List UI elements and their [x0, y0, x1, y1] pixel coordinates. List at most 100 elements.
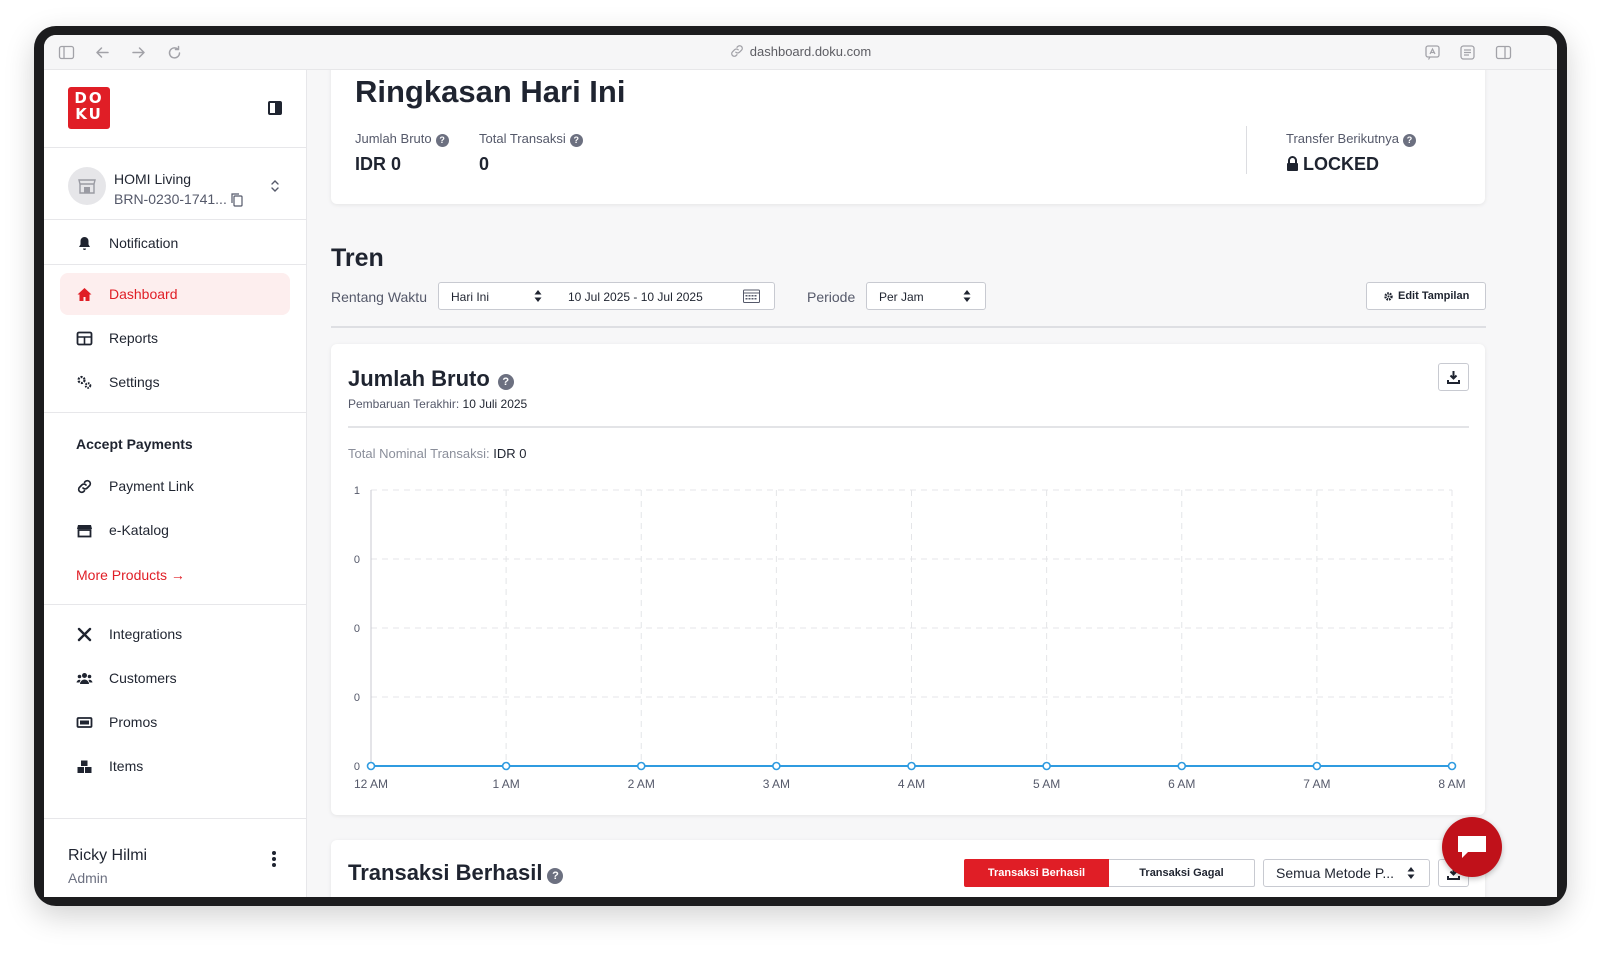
link-icon: [76, 478, 93, 495]
summary-card: Ringkasan Hari Ini Jumlah Bruto? IDR 0 T…: [331, 70, 1485, 204]
transactions-card: Transaksi Berhasil? Transaksi Berhasil T…: [331, 840, 1485, 897]
sort-arrows-icon: [534, 290, 542, 302]
page-title: Ringkasan Hari Ini: [355, 74, 626, 109]
sidebar-item-reports[interactable]: Reports: [60, 317, 290, 359]
sidebar-item-e-katalog[interactable]: e-Katalog: [60, 509, 290, 551]
data-point: [1312, 761, 1322, 771]
tab-successful-transactions[interactable]: Transaksi Berhasil: [964, 859, 1109, 887]
split-view-icon[interactable]: [1495, 44, 1512, 61]
help-icon[interactable]: ?: [1402, 134, 1416, 147]
sidebar-item-label: e-Katalog: [109, 522, 169, 538]
edit-view-button[interactable]: Edit Tampilan: [1366, 282, 1486, 310]
y-tick-label: 1: [354, 485, 360, 497]
lock-icon: [1287, 156, 1298, 171]
help-icon[interactable]: ?: [497, 374, 514, 390]
gross-chart-title: Jumlah Bruto?: [348, 366, 514, 392]
user-role: Admin: [68, 870, 108, 886]
sidebar-item-promos[interactable]: Promos: [60, 701, 290, 743]
sidebar-item-label: Promos: [109, 714, 158, 730]
sidebar-item-settings[interactable]: Settings: [60, 361, 290, 403]
section-title-accept-payments: Accept Payments: [76, 436, 193, 452]
x-tick-label: 4 AM: [898, 777, 925, 791]
help-icon[interactable]: ?: [547, 868, 564, 884]
sidebar-item-label: Reports: [109, 330, 159, 346]
browser-window: dashboard.doku.com DO KU HOMI Living BRN…: [34, 26, 1567, 906]
sidebar-item-label: Customers: [109, 670, 177, 686]
divider: [44, 604, 307, 605]
range-select[interactable]: Hari Ini: [438, 282, 557, 310]
data-point: [772, 761, 781, 771]
chevron-up-down-icon[interactable]: [269, 177, 281, 195]
sidebar-item-label: Payment Link: [109, 478, 194, 494]
url-text: dashboard.doku.com: [749, 44, 872, 59]
boxes-icon: [76, 758, 93, 775]
x-tick-label: 2 AM: [628, 777, 655, 791]
date-range-value: 10 Jul 2025 - 10 Jul 2025: [568, 290, 703, 304]
divider: [44, 264, 307, 265]
ticket-icon: [76, 714, 93, 731]
x-tick-label: 7 AM: [1303, 777, 1330, 791]
period-select-value: Per Jam: [879, 290, 924, 304]
transactions-title: Transaksi Berhasil?: [348, 860, 564, 886]
store-icon: [76, 522, 93, 539]
section-title-trend: Tren: [331, 244, 384, 272]
translate-icon[interactable]: [1424, 44, 1441, 61]
sidebar-item-customers[interactable]: Customers: [60, 657, 290, 699]
range-label: Rentang Waktu: [331, 289, 427, 305]
screen: dashboard.doku.com DO KU HOMI Living BRN…: [44, 35, 1557, 897]
gear-icon: [1384, 292, 1393, 301]
date-range-input[interactable]: 10 Jul 2025 - 10 Jul 2025: [556, 282, 775, 310]
data-point: [636, 761, 646, 771]
chat-button[interactable]: [1442, 817, 1502, 877]
y-tick-label: 0: [354, 554, 360, 566]
more-products-link[interactable]: More Products →: [76, 567, 185, 583]
table-icon: [76, 330, 93, 347]
tab-failed-transactions[interactable]: Transaksi Gagal: [1109, 859, 1255, 887]
help-icon[interactable]: ?: [435, 134, 449, 147]
download-icon: [1447, 371, 1460, 384]
divider: [1246, 126, 1247, 174]
gross-chart-card: Jumlah Bruto? Pembaruan Terakhir: 10 Jul…: [331, 344, 1485, 815]
gross-line-chart: 0 0 0 0 1 12 AM 1 AM 2 AM 3 AM 4 AM 5 AM 6 AM 7 AM 8 …: [354, 485, 1466, 791]
merchant-switcher[interactable]: HOMI Living BRN-0230-1741...: [68, 165, 288, 209]
sidebar-item-items[interactable]: Items: [60, 745, 290, 787]
help-icon[interactable]: ?: [569, 134, 583, 147]
sidebar-item-notification[interactable]: Notification: [60, 222, 290, 264]
y-tick-label: 0: [354, 761, 360, 773]
payment-method-value: Semua Metode P...: [1276, 865, 1395, 881]
sort-arrows-icon: [1407, 867, 1415, 879]
y-tick-label: 0: [354, 692, 360, 704]
period-select[interactable]: Per Jam: [866, 282, 986, 310]
reader-icon[interactable]: [1459, 44, 1476, 61]
tools-icon: [76, 626, 93, 643]
users-icon: [76, 670, 93, 687]
divider: [44, 818, 307, 819]
calendar-icon: [743, 289, 760, 303]
payment-method-select[interactable]: Semua Metode P...: [1263, 859, 1430, 887]
x-tick-label: 8 AM: [1438, 777, 1465, 791]
sidebar-item-dashboard[interactable]: Dashboard: [60, 273, 290, 315]
doku-logo[interactable]: DO KU: [68, 87, 110, 129]
sidebar-item-payment-link[interactable]: Payment Link: [60, 465, 290, 507]
collapse-sidebar-icon[interactable]: [268, 101, 282, 115]
main-content: Ringkasan Hari Ini Jumlah Bruto? IDR 0 T…: [307, 70, 1557, 897]
address-bar[interactable]: dashboard.doku.com: [44, 44, 1557, 59]
merchant-avatar: [68, 167, 106, 205]
store-icon: [78, 179, 96, 194]
trx-label: Total Transaksi?: [479, 131, 583, 147]
copy-icon[interactable]: [231, 193, 243, 207]
merchant-name: HOMI Living: [114, 171, 192, 187]
y-tick-label: 0: [354, 623, 360, 635]
sidebar-item-label: Integrations: [109, 626, 183, 642]
range-select-value: Hari Ini: [451, 290, 490, 304]
data-point: [907, 761, 916, 771]
divider: [44, 147, 307, 148]
sidebar-item-integrations[interactable]: Integrations: [60, 613, 290, 655]
data-point: [1447, 761, 1457, 771]
download-button[interactable]: [1438, 363, 1469, 391]
divider: [331, 326, 1486, 328]
more-vertical-icon[interactable]: [272, 851, 276, 867]
home-icon: [76, 286, 93, 303]
gross-label: Jumlah Bruto?: [355, 131, 449, 147]
total-nominal: Total Nominal Transaksi: IDR 0: [348, 446, 527, 461]
